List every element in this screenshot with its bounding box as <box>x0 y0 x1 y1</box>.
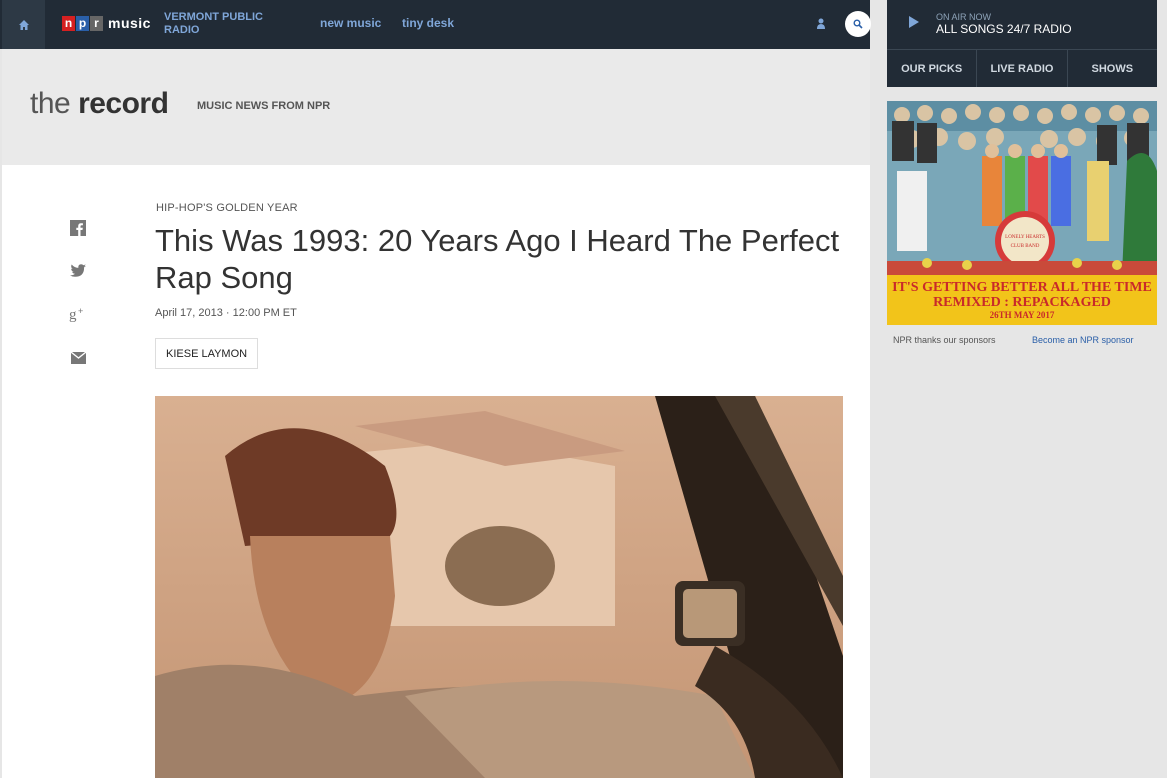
section-tagline: MUSIC NEWS FROM NPR <box>197 100 331 112</box>
article-slug[interactable]: HIP-HOP'S GOLDEN YEAR <box>156 202 298 214</box>
home-icon <box>18 19 29 30</box>
ad-banner: IT'S GETTING BETTER ALL THE TIME REMIXED… <box>887 275 1157 325</box>
article-date: April 17, 2013 · 12:00 PM ET <box>155 307 297 319</box>
logo-letter-r: r <box>90 15 103 31</box>
ad-album-art: LONELY HEARTS CLUB BAND <box>887 101 1157 275</box>
play-icon[interactable] <box>907 15 921 29</box>
article-photo <box>155 396 843 778</box>
share-twitter-button[interactable] <box>69 262 87 280</box>
tab-our-picks[interactable]: OUR PICKS <box>887 50 978 87</box>
tab-shows[interactable]: SHOWS <box>1068 50 1157 87</box>
share-google-plus-button[interactable]: g + <box>69 305 87 323</box>
tab-live-radio[interactable]: LIVE RADIO <box>977 50 1068 87</box>
article: g + HIP-HOP'S GOLDEN YEAR This Was 1993:… <box>2 165 870 778</box>
home-button[interactable] <box>2 0 45 49</box>
sponsor-ad[interactable]: LONELY HEARTS CLUB BAND IT'S GETTING BET… <box>887 101 1157 325</box>
player-tabs: OUR PICKS LIVE RADIO SHOWS <box>887 49 1157 87</box>
section-header: the record MUSIC NEWS FROM NPR <box>2 49 870 165</box>
ad-line-1: IT'S GETTING BETTER ALL THE TIME <box>892 279 1152 295</box>
user-account-button[interactable] <box>812 15 830 33</box>
share-email-button[interactable] <box>69 349 87 367</box>
twitter-icon <box>70 264 86 277</box>
npr-music-logo[interactable]: n p r music <box>62 15 151 31</box>
ad-line-3: 26TH MAY 2017 <box>989 309 1055 320</box>
email-icon <box>70 352 86 364</box>
sponsor-thanks-text: NPR thanks our sponsors <box>893 335 996 345</box>
search-button[interactable] <box>845 11 871 37</box>
logo-music-text: music <box>108 15 151 31</box>
share-facebook-button[interactable] <box>69 219 87 237</box>
logo-letter-p: p <box>76 15 89 31</box>
article-headline: This Was 1993: 20 Years Ago I Heard The … <box>155 223 840 295</box>
on-air-player[interactable]: ON AIR NOW ALL SONGS 24/7 RADIO <box>887 0 1157 49</box>
search-icon <box>853 19 863 29</box>
station-name[interactable]: VERMONT PUBLIC RADIO <box>164 11 294 37</box>
svg-text:g: g <box>69 307 77 322</box>
become-sponsor-link[interactable]: Become an NPR sponsor <box>1032 335 1134 345</box>
nav-link-tiny-desk[interactable]: tiny desk <box>402 16 454 30</box>
the-record-logo[interactable]: the record <box>30 87 169 121</box>
top-nav: n p r music VERMONT PUBLIC RADIO new mus… <box>0 0 871 49</box>
svg-text:+: + <box>78 306 83 316</box>
on-air-title: ALL SONGS 24/7 RADIO <box>936 22 1072 36</box>
article-photo-graphic <box>155 396 843 778</box>
nav-link-new-music[interactable]: new music <box>320 16 381 30</box>
the-record-the: the <box>30 87 71 120</box>
google-plus-icon: g + <box>69 306 83 322</box>
facebook-icon <box>70 220 86 236</box>
svg-text:LONELY HEARTS: LONELY HEARTS <box>1005 235 1045 240</box>
logo-letter-n: n <box>62 15 75 31</box>
user-icon <box>817 18 825 29</box>
svg-text:CLUB BAND: CLUB BAND <box>1011 244 1040 249</box>
the-record-record: record <box>78 87 169 120</box>
ad-line-2: REMIXED : REPACKAGED <box>933 294 1111 310</box>
author-byline[interactable]: KIESE LAYMON <box>155 338 259 369</box>
on-air-label: ON AIR NOW <box>936 12 992 22</box>
